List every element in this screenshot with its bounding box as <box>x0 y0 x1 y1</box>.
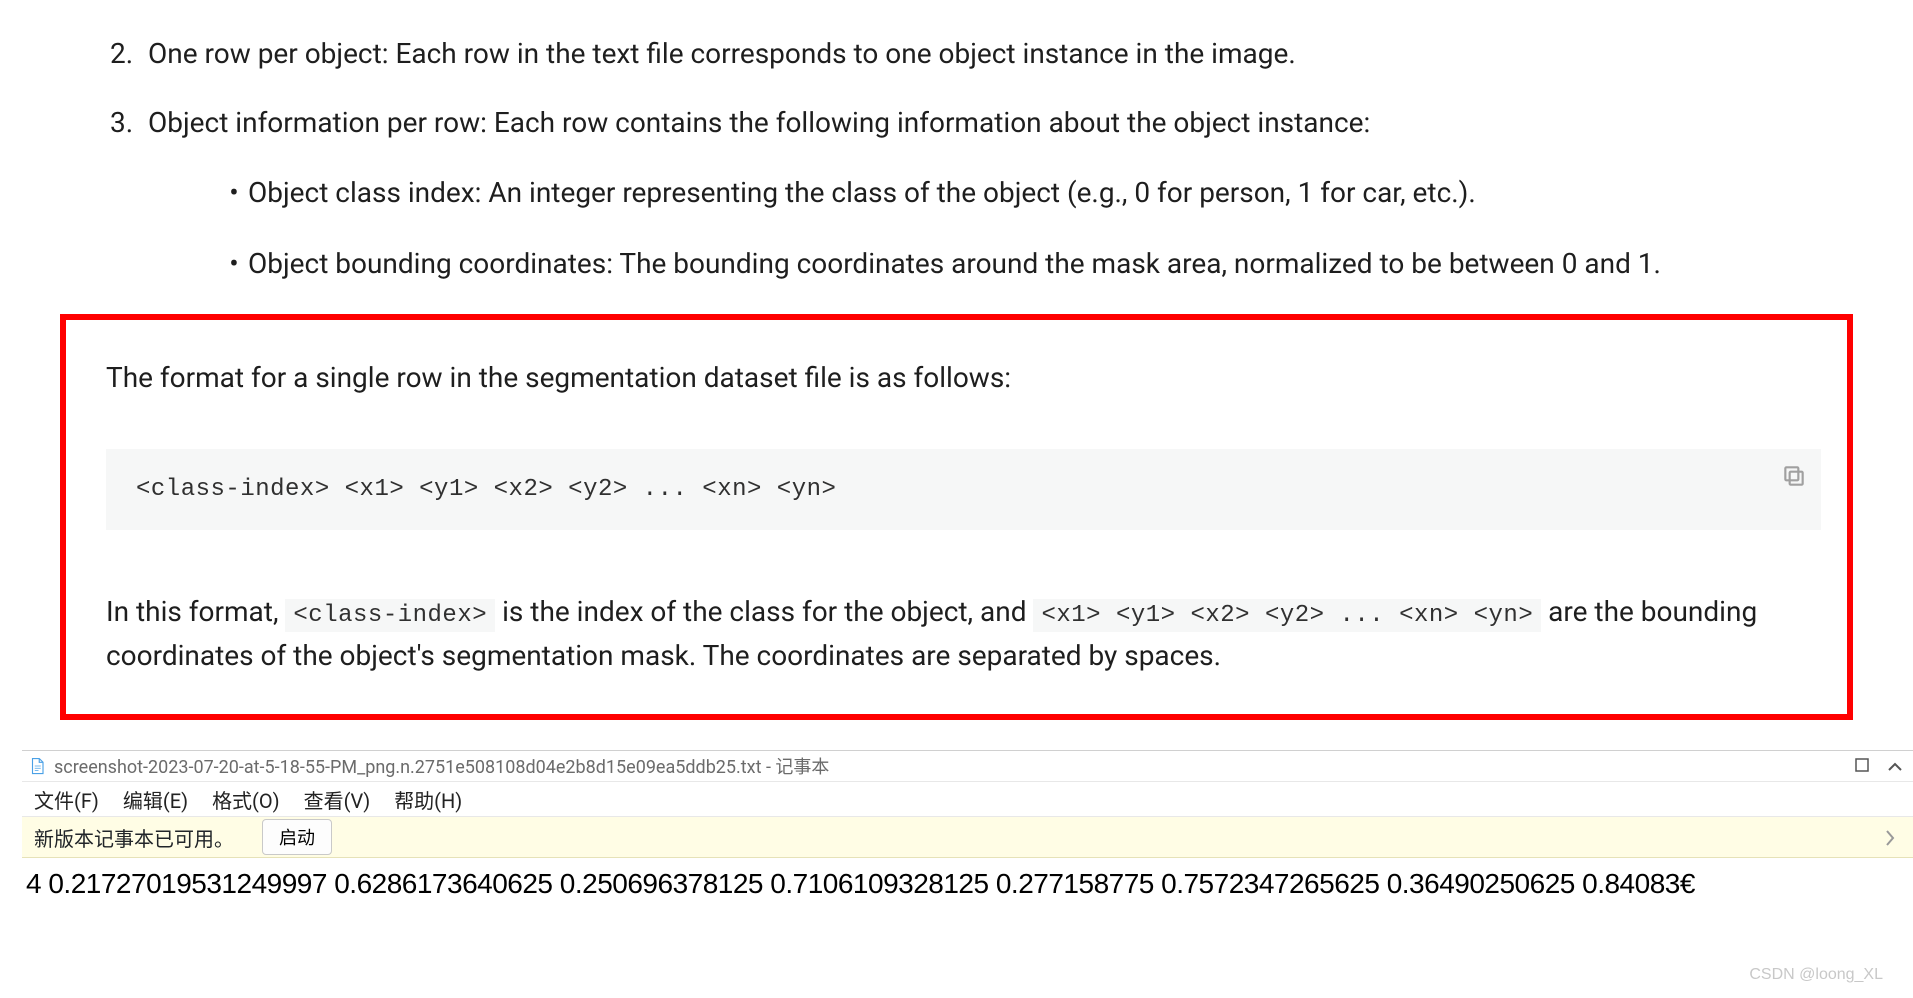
notepad-content[interactable]: 4 0.21727019531249997 0.6286173640625 0.… <box>22 858 1913 910</box>
menu-help[interactable]: 帮助(H) <box>394 785 462 814</box>
bullet-text: Object class index: An integer represent… <box>248 171 1476 214</box>
bullet-icon: • <box>220 171 248 214</box>
list-number: 2. <box>110 32 148 75</box>
code-block: <class-index> <x1> <y1> <x2> <y2> ... <x… <box>106 449 1821 530</box>
copy-icon[interactable] <box>1781 463 1807 489</box>
watermark: CSDN @loong_XL <box>1749 966 1883 984</box>
explanation-paragraph: In this format, <class-index> is the ind… <box>106 590 1821 678</box>
launch-button[interactable]: 启动 <box>262 819 332 855</box>
bullet-icon: • <box>220 242 248 285</box>
notepad-title: screenshot-2023-07-20-at-5-18-55-PM_png.… <box>54 753 829 779</box>
highlighted-box: The format for a single row in the segme… <box>60 314 1853 720</box>
format-intro-text: The format for a single row in the segme… <box>106 356 1821 399</box>
notepad-menubar: 文件(F) 编辑(E) 格式(O) 查看(V) 帮助(H) <box>22 782 1913 817</box>
notepad-titlebar: screenshot-2023-07-20-at-5-18-55-PM_png.… <box>22 751 1913 782</box>
bullet-item-1: • Object class index: An integer represe… <box>220 171 1853 214</box>
explain-text: In this format, <box>106 595 285 628</box>
menu-view[interactable]: 查看(V) <box>304 785 371 814</box>
list-text: Object information per row: Each row con… <box>148 101 1370 144</box>
bullet-item-2: • Object bounding coordinates: The bound… <box>220 242 1853 285</box>
ordered-item-2: 2. One row per object: Each row in the t… <box>110 32 1853 75</box>
file-icon <box>28 755 46 777</box>
inline-code: <class-index> <box>285 599 495 632</box>
inline-code: <x1> <y1> <x2> <y2> ... <xn> <yn> <box>1033 599 1541 632</box>
maximize-icon[interactable] <box>1855 756 1869 777</box>
list-text: One row per object: Each row in the text… <box>148 32 1296 75</box>
notepad-update-banner: 新版本记事本已可用。 启动 <box>22 817 1913 858</box>
code-content: <class-index> <x1> <y1> <x2> <y2> ... <x… <box>136 476 836 503</box>
menu-format[interactable]: 格式(O) <box>212 785 280 814</box>
list-number: 3. <box>110 101 148 144</box>
menu-file[interactable]: 文件(F) <box>34 785 99 814</box>
chevron-right-icon[interactable] <box>1885 828 1903 846</box>
notepad-window: screenshot-2023-07-20-at-5-18-55-PM_png.… <box>22 750 1913 910</box>
explain-text: is the index of the class for the object… <box>495 595 1033 628</box>
menu-edit[interactable]: 编辑(E) <box>123 785 188 814</box>
documentation-area: 2. One row per object: Each row in the t… <box>0 0 1913 720</box>
ordered-item-3: 3. Object information per row: Each row … <box>110 101 1853 144</box>
chevron-up-icon[interactable] <box>1887 756 1903 777</box>
banner-text: 新版本记事本已可用。 <box>34 823 234 852</box>
bullet-text: Object bounding coordinates: The boundin… <box>248 242 1661 285</box>
